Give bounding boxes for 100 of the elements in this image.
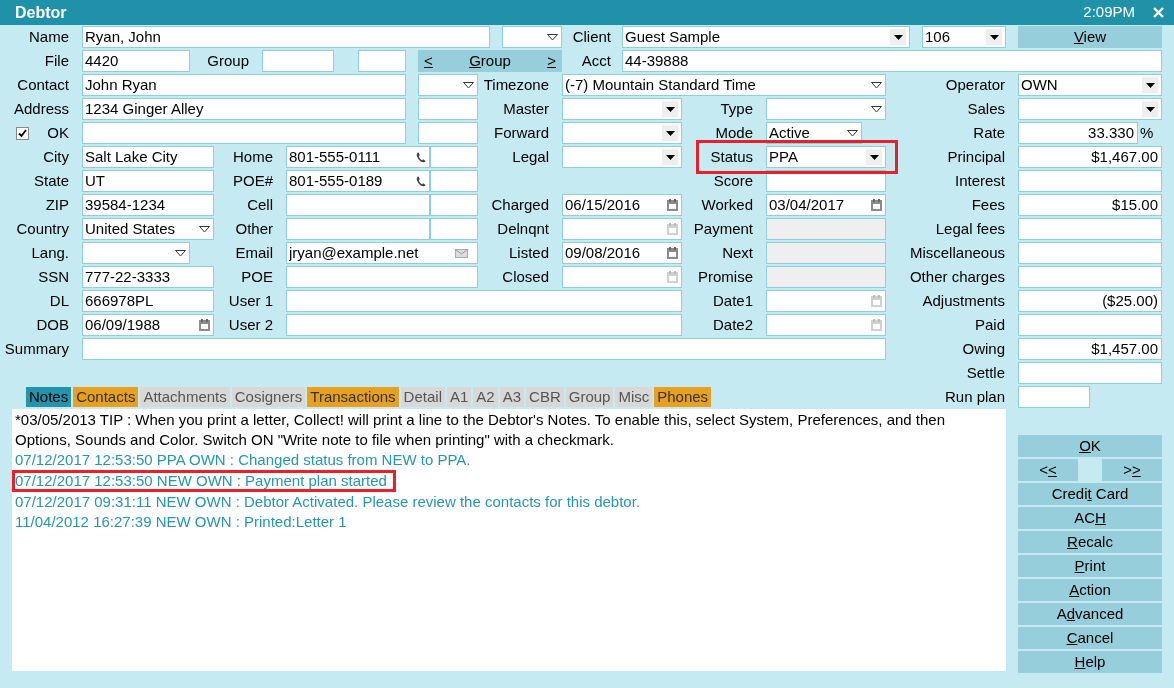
text-field[interactable]	[286, 218, 430, 240]
action-button[interactable]: OK	[1018, 435, 1162, 457]
text-field[interactable]	[418, 98, 478, 120]
dropdown[interactable]	[418, 74, 478, 96]
tab[interactable]: Detail	[400, 387, 445, 407]
dropdown[interactable]	[562, 98, 682, 120]
amount-field[interactable]	[1018, 170, 1162, 192]
date-field[interactable]: 09/08/2016	[562, 242, 682, 264]
text-field[interactable]: UT	[82, 170, 214, 192]
text-field[interactable]	[286, 290, 682, 312]
text-field[interactable]	[286, 314, 682, 336]
text-field[interactable]	[82, 122, 406, 144]
tab[interactable]: Cosigners	[231, 387, 306, 407]
tab[interactable]: Notes	[26, 387, 72, 407]
amount-field[interactable]	[1018, 242, 1162, 264]
phone-field[interactable]: 801-555-0189	[286, 170, 430, 192]
tab[interactable]: A3	[499, 387, 525, 407]
dropdown[interactable]	[502, 26, 562, 48]
date-field[interactable]	[562, 266, 682, 288]
calendar-icon	[667, 223, 678, 235]
text-field[interactable]	[262, 50, 334, 72]
text-field[interactable]: 44-39888	[622, 50, 1162, 72]
action-button[interactable]: ACH	[1018, 507, 1162, 529]
next-button[interactable]: >>	[1102, 459, 1162, 481]
tab[interactable]: Attachments	[140, 387, 230, 407]
tab[interactable]: Phones	[654, 387, 712, 407]
ok-checkbox[interactable]: OK	[14, 121, 70, 145]
amount-field[interactable]: $15.00	[1018, 194, 1162, 216]
dropdown[interactable]: PPA	[766, 146, 886, 168]
action-button[interactable]: Advanced	[1018, 603, 1162, 625]
tab[interactable]: Contacts	[73, 387, 139, 407]
field-label: Acct	[580, 50, 612, 71]
text-field[interactable]	[430, 218, 478, 240]
action-button[interactable]: Credit Card	[1018, 483, 1162, 505]
text-field[interactable]: 4420	[82, 50, 190, 72]
dropdown[interactable]	[562, 146, 682, 168]
field-label: %	[1139, 122, 1155, 143]
text-field[interactable]: Ryan, John	[82, 26, 490, 48]
tab[interactable]: Misc	[615, 387, 653, 407]
amount-field[interactable]	[1018, 218, 1162, 240]
action-button[interactable]: Cancel	[1018, 627, 1162, 649]
date-field[interactable]	[766, 314, 886, 336]
text-field[interactable]: 1234 Ginger Alley	[82, 98, 406, 120]
text-field[interactable]: 39584-1234	[82, 194, 214, 216]
dropdown[interactable]: (-7) Mountain Standard Time	[562, 74, 886, 96]
previous-button[interactable]: <	[424, 49, 433, 73]
dropdown[interactable]	[82, 242, 190, 264]
email-field[interactable]: jryan@example.net	[286, 242, 478, 264]
date-field[interactable]	[562, 218, 682, 240]
dropdown[interactable]	[562, 122, 682, 144]
amount-field[interactable]: $1,457.00	[1018, 338, 1162, 360]
text-field[interactable]	[766, 170, 886, 192]
date-field[interactable]: 03/04/2017	[766, 194, 886, 216]
text-field[interactable]: 777-22-3333	[82, 266, 214, 288]
field-label: Country	[15, 218, 70, 239]
dropdown[interactable]	[766, 98, 886, 120]
text-field[interactable]: John Ryan	[82, 74, 406, 96]
field-label: Date1	[711, 290, 754, 311]
amount-field[interactable]	[1018, 314, 1162, 336]
text-field[interactable]	[286, 266, 478, 288]
group-button[interactable]: Group	[469, 49, 511, 73]
dropdown[interactable]: Guest Sample	[622, 26, 910, 48]
text-field[interactable]: 666978PL	[82, 290, 214, 312]
tab[interactable]: Transactions	[307, 387, 399, 407]
action-button[interactable]: Action	[1018, 579, 1162, 601]
phone-field[interactable]: 801-555-0111	[286, 146, 430, 168]
date-field[interactable]	[766, 290, 886, 312]
view-button[interactable]: View	[1018, 26, 1162, 48]
text-field[interactable]	[358, 50, 406, 72]
text-field[interactable]	[418, 122, 478, 144]
text-field[interactable]	[82, 338, 886, 360]
amount-field[interactable]: $1,467.00	[1018, 146, 1162, 168]
text-field[interactable]: Salt Lake City	[82, 146, 214, 168]
dropdown[interactable]	[1018, 98, 1162, 120]
dropdown[interactable]: 106	[922, 26, 1006, 48]
action-button[interactable]: Help	[1018, 651, 1162, 673]
tab[interactable]: A2	[473, 387, 498, 407]
text-field[interactable]	[430, 170, 478, 192]
amount-field[interactable]: ($25.00)	[1018, 290, 1162, 312]
amount-field[interactable]	[1018, 362, 1162, 384]
text-field[interactable]	[1018, 386, 1090, 408]
field-label: Contact	[16, 74, 70, 95]
action-button[interactable]: Recalc	[1018, 531, 1162, 553]
close-icon[interactable]	[1153, 7, 1164, 18]
previous-button[interactable]: <<	[1018, 459, 1078, 481]
next-button[interactable]: >	[547, 49, 556, 73]
action-button[interactable]: Print	[1018, 555, 1162, 577]
date-field[interactable]: 06/09/1988	[82, 314, 214, 336]
text-field[interactable]	[430, 146, 478, 168]
text-field[interactable]	[430, 194, 478, 216]
tab[interactable]: CBR	[526, 387, 564, 407]
date-field[interactable]: 06/15/2016	[562, 194, 682, 216]
amount-field[interactable]: 33.330	[1018, 122, 1138, 144]
caret-icon	[175, 249, 186, 257]
amount-field[interactable]	[1018, 266, 1162, 288]
dropdown[interactable]: United States	[82, 218, 214, 240]
tab[interactable]: Group	[565, 387, 614, 407]
text-field[interactable]	[286, 194, 430, 216]
dropdown[interactable]: OWN	[1018, 74, 1162, 96]
tab[interactable]: A1	[446, 387, 472, 407]
